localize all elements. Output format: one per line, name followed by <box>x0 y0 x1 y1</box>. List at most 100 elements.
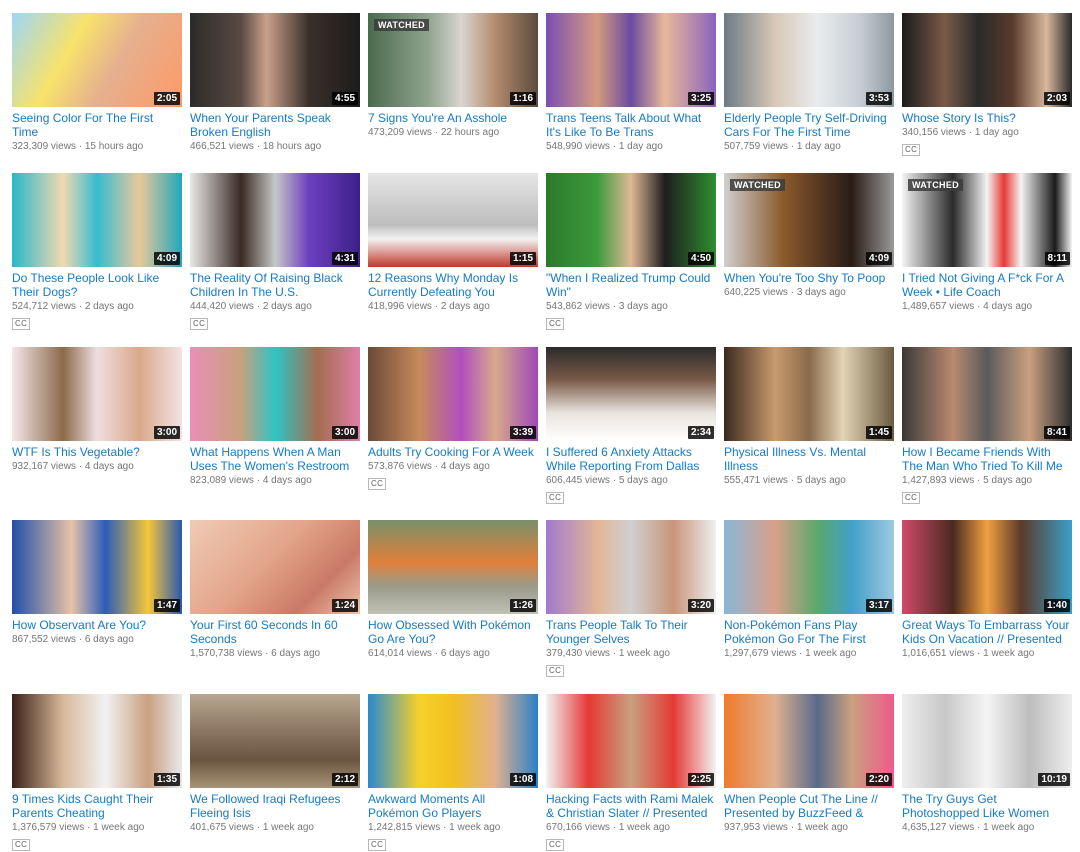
video-title-link[interactable]: When People Cut The Line // Presented by… <box>724 792 894 820</box>
video-title-link[interactable]: When You're Too Shy To Poop <box>724 271 894 285</box>
video-card[interactable]: WATCHED 4:09 When You're Too Shy To Poop… <box>724 173 894 299</box>
video-thumbnail[interactable]: 2:05 <box>12 13 182 107</box>
video-title-link[interactable]: How Obsessed With Pokémon Go Are You? <box>368 618 538 646</box>
video-card[interactable]: 2:12 We Followed Iraqi Refugees Fleeing … <box>190 694 360 834</box>
meta-separator: · <box>609 141 619 152</box>
duration-badge: 1:16 <box>509 92 536 105</box>
video-title-link[interactable]: Trans Teens Talk About What It's Like To… <box>546 111 716 139</box>
video-thumbnail[interactable]: 1:26 <box>368 520 538 614</box>
video-title-link[interactable]: 7 Signs You're An Asshole <box>368 111 538 125</box>
video-title-link[interactable]: Elderly People Try Self-Driving Cars For… <box>724 111 894 139</box>
video-title-link[interactable]: Great Ways To Embarrass Your Kids On Vac… <box>902 618 1072 646</box>
video-thumbnail[interactable]: 4:09 <box>12 173 182 267</box>
video-card[interactable]: WATCHED 8:11 I Tried Not Giving A F*ck F… <box>902 173 1072 313</box>
video-title-link[interactable]: Your First 60 Seconds In 60 Seconds <box>190 618 360 646</box>
view-count: 932,167 views <box>12 461 76 472</box>
video-title-link[interactable]: WTF Is This Vegetable? <box>12 445 182 459</box>
duration-badge: 1:26 <box>509 599 536 612</box>
video-thumbnail[interactable]: 2:34 <box>546 347 716 441</box>
video-title-link[interactable]: What Happens When A Man Uses The Women's… <box>190 445 360 473</box>
video-card[interactable]: 3:25 Trans Teens Talk About What It's Li… <box>546 13 716 153</box>
video-card[interactable]: 10:19 The Try Guys Get Photoshopped Like… <box>902 694 1072 834</box>
video-card[interactable]: 4:50 "When I Realized Trump Could Win" 5… <box>546 173 716 331</box>
video-thumbnail[interactable]: WATCHED 8:11 <box>902 173 1072 267</box>
video-title-link[interactable]: When Your Parents Speak Broken English <box>190 111 360 139</box>
video-thumbnail[interactable]: 1:35 <box>12 694 182 788</box>
video-card[interactable]: 4:31 The Reality Of Raising Black Childr… <box>190 173 360 331</box>
video-card[interactable]: 1:45 Physical Illness Vs. Mental Illness… <box>724 347 894 487</box>
video-title-link[interactable]: I Tried Not Giving A F*ck For A Week • L… <box>902 271 1072 299</box>
video-title-link[interactable]: Physical Illness Vs. Mental Illness <box>724 445 894 473</box>
video-title-link[interactable]: The Reality Of Raising Black Children In… <box>190 271 360 299</box>
video-thumbnail[interactable]: 2:20 <box>724 694 894 788</box>
video-card[interactable]: 2:20 When People Cut The Line // Present… <box>724 694 894 834</box>
video-title-link[interactable]: How I Became Friends With The Man Who Tr… <box>902 445 1072 473</box>
video-title-link[interactable]: "When I Realized Trump Could Win" <box>546 271 716 299</box>
video-thumbnail[interactable]: 1:45 <box>724 347 894 441</box>
video-thumbnail[interactable]: 4:55 <box>190 13 360 107</box>
video-card[interactable]: 3:00 WTF Is This Vegetable? 932,167 view… <box>12 347 182 473</box>
video-thumbnail[interactable]: 2:25 <box>546 694 716 788</box>
video-title-link[interactable]: We Followed Iraqi Refugees Fleeing Isis <box>190 792 360 820</box>
view-count: 340,156 views <box>902 127 966 138</box>
video-card[interactable]: WATCHED 1:16 7 Signs You're An Asshole 4… <box>368 13 538 139</box>
video-card[interactable]: 4:09 Do These People Look Like Their Dog… <box>12 173 182 331</box>
video-card[interactable]: 1:08 Awkward Moments All Pokémon Go Play… <box>368 694 538 852</box>
video-title-link[interactable]: Seeing Color For The First Time <box>12 111 182 139</box>
video-thumbnail[interactable]: WATCHED 1:16 <box>368 13 538 107</box>
video-thumbnail[interactable]: 10:19 <box>902 694 1072 788</box>
video-title-link[interactable]: Awkward Moments All Pokémon Go Players U… <box>368 792 538 820</box>
video-card[interactable]: 1:26 How Obsessed With Pokémon Go Are Yo… <box>368 520 538 660</box>
video-thumbnail[interactable]: 3:00 <box>12 347 182 441</box>
video-card[interactable]: 1:24 Your First 60 Seconds In 60 Seconds… <box>190 520 360 660</box>
video-thumbnail[interactable]: 8:41 <box>902 347 1072 441</box>
video-card[interactable]: 2:05 Seeing Color For The First Time 323… <box>12 13 182 153</box>
video-card[interactable]: 1:15 12 Reasons Why Monday Is Currently … <box>368 173 538 313</box>
video-title-link[interactable]: Do These People Look Like Their Dogs? <box>12 271 182 299</box>
video-card[interactable]: 1:35 9 Times Kids Caught Their Parents C… <box>12 694 182 852</box>
video-card[interactable]: 1:40 Great Ways To Embarrass Your Kids O… <box>902 520 1072 660</box>
video-title-link[interactable]: Non-Pokémon Fans Play Pokémon Go For The… <box>724 618 894 646</box>
video-card[interactable]: 3:53 Elderly People Try Self-Driving Car… <box>724 13 894 153</box>
video-thumbnail[interactable]: 1:40 <box>902 520 1072 614</box>
video-title-link[interactable]: Trans People Talk To Their Younger Selve… <box>546 618 716 646</box>
video-thumbnail[interactable]: 1:15 <box>368 173 538 267</box>
video-thumbnail[interactable]: WATCHED 4:09 <box>724 173 894 267</box>
video-thumbnail[interactable]: 1:24 <box>190 520 360 614</box>
cc-badge: CC <box>546 492 565 504</box>
video-card[interactable]: 2:34 I Suffered 6 Anxiety Attacks While … <box>546 347 716 505</box>
video-title-link[interactable]: The Try Guys Get Photoshopped Like Women <box>902 792 1072 820</box>
video-card[interactable]: 3:39 Adults Try Cooking For A Week 573,8… <box>368 347 538 491</box>
video-card[interactable]: 3:20 Trans People Talk To Their Younger … <box>546 520 716 678</box>
video-thumbnail[interactable]: 1:08 <box>368 694 538 788</box>
video-thumbnail[interactable]: 3:17 <box>724 520 894 614</box>
video-title-link[interactable]: 12 Reasons Why Monday Is Currently Defea… <box>368 271 538 299</box>
upload-age: 1 day ago <box>618 141 663 152</box>
video-thumbnail[interactable]: 3:39 <box>368 347 538 441</box>
video-title-link[interactable]: How Observant Are You? <box>12 618 182 632</box>
video-title-link[interactable]: I Suffered 6 Anxiety Attacks While Repor… <box>546 445 716 473</box>
video-title-link[interactable]: 9 Times Kids Caught Their Parents Cheati… <box>12 792 182 820</box>
video-thumbnail[interactable]: 1:47 <box>12 520 182 614</box>
video-thumbnail[interactable]: 3:53 <box>724 13 894 107</box>
video-card[interactable]: 2:03 Whose Story Is This? 340,156 views … <box>902 13 1072 157</box>
upload-age: 2 days ago <box>262 301 312 312</box>
video-card[interactable]: 3:17 Non-Pokémon Fans Play Pokémon Go Fo… <box>724 520 894 660</box>
video-thumbnail[interactable]: 3:00 <box>190 347 360 441</box>
video-thumbnail[interactable]: 3:20 <box>546 520 716 614</box>
video-thumbnail[interactable]: 2:12 <box>190 694 360 788</box>
video-title-link[interactable]: Whose Story Is This? <box>902 111 1072 125</box>
video-card[interactable]: 1:47 How Observant Are You? 867,552 view… <box>12 520 182 646</box>
video-card[interactable]: 3:00 What Happens When A Man Uses The Wo… <box>190 347 360 487</box>
video-card[interactable]: 8:41 How I Became Friends With The Man W… <box>902 347 1072 505</box>
video-thumbnail[interactable]: 3:25 <box>546 13 716 107</box>
video-thumbnail[interactable]: 2:03 <box>902 13 1072 107</box>
meta-separator: · <box>796 648 806 659</box>
video-title-link[interactable]: Adults Try Cooking For A Week <box>368 445 538 459</box>
video-card[interactable]: 2:25 Hacking Facts with Rami Malek & Chr… <box>546 694 716 852</box>
video-thumbnail[interactable]: 4:31 <box>190 173 360 267</box>
video-thumbnail[interactable]: 4:50 <box>546 173 716 267</box>
duration-badge: 2:12 <box>331 773 358 786</box>
video-title-link[interactable]: Hacking Facts with Rami Malek & Christia… <box>546 792 716 820</box>
video-card[interactable]: 4:55 When Your Parents Speak Broken Engl… <box>190 13 360 153</box>
